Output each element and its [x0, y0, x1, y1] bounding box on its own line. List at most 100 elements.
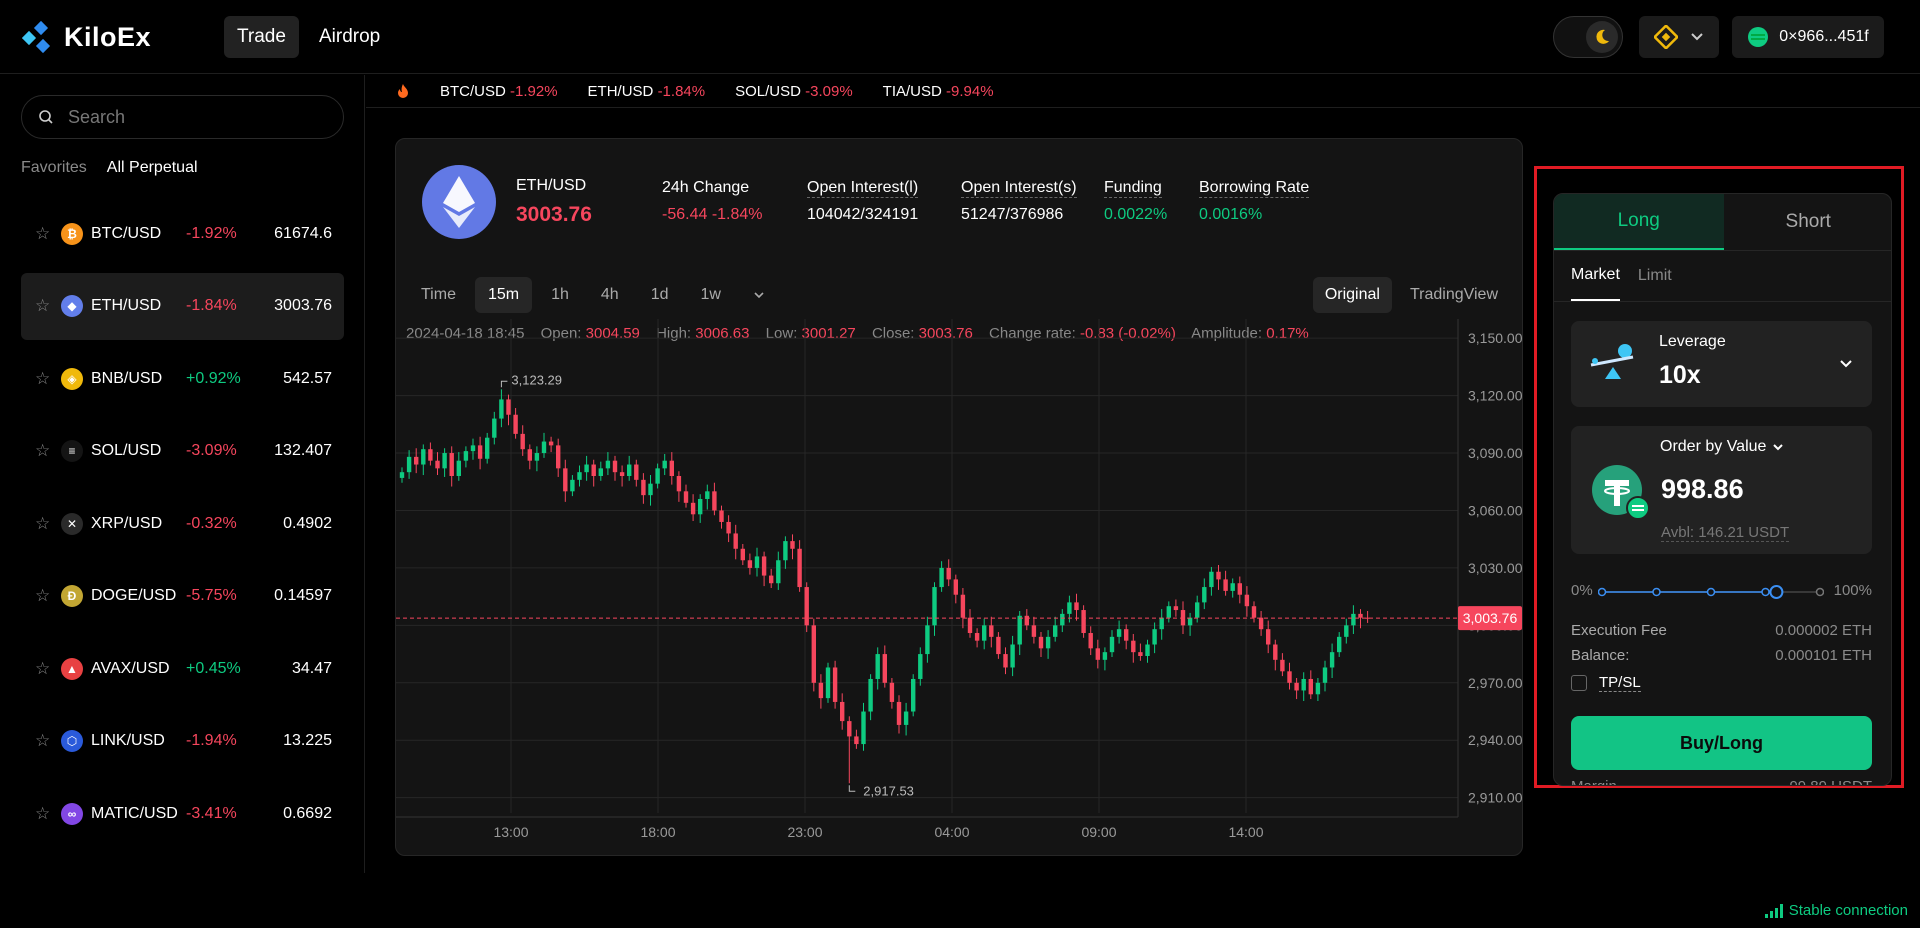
timeframe-1h[interactable]: 1h [538, 277, 582, 313]
chevron-down-icon [1840, 360, 1852, 368]
candle-body [925, 625, 930, 655]
slider-track[interactable] [1598, 582, 1824, 602]
candle-body [882, 654, 887, 683]
candle-body [428, 449, 433, 461]
stat-label[interactable]: Funding [1104, 179, 1162, 198]
tab-all-perpetual[interactable]: All Perpetual [107, 159, 198, 177]
candle-body [548, 441, 554, 446]
search-input[interactable] [68, 106, 318, 128]
slider-max-label: 100% [1833, 582, 1872, 599]
star-icon[interactable]: ☆ [35, 441, 53, 461]
slider-handle[interactable] [1769, 585, 1784, 599]
star-icon[interactable]: ☆ [35, 296, 53, 316]
star-icon[interactable]: ☆ [35, 731, 53, 751]
leverage-selector[interactable]: Leverage 10x [1571, 321, 1872, 407]
market-row[interactable]: ☆ ₿ BTC/USD -1.92% 61674.6 [21, 200, 344, 267]
timeframe-more-chevron-icon[interactable] [740, 277, 778, 313]
tab-limit[interactable]: Limit [1638, 251, 1672, 301]
candle-body [449, 453, 454, 477]
timeframe-4h[interactable]: 4h [588, 277, 632, 313]
candlestick-chart[interactable]: 3,150.00 3,120.00 3,090.00 3,060.00 3,030.00… [396, 319, 1522, 856]
tab-long[interactable]: Long [1554, 194, 1724, 250]
timeframe-1w[interactable]: 1w [687, 277, 733, 313]
brand-logo[interactable]: KiloEx [22, 20, 151, 54]
nav-airdrop[interactable]: Airdrop [306, 16, 393, 58]
market-row[interactable]: ☆ ▲ AVAX/USD +0.45% 34.47 [21, 635, 344, 702]
stat-value: 51247/376986 [961, 206, 1064, 223]
candle-body [591, 464, 596, 477]
candle-body [492, 418, 497, 438]
wallet-button[interactable]: 0×966...451f [1732, 16, 1884, 58]
market-change: +0.45% [186, 659, 241, 677]
market-row[interactable]: ☆ ≡ SOL/USD -3.09% 132.407 [21, 418, 344, 485]
market-price: 61674.6 [274, 224, 332, 242]
candle-body [534, 453, 540, 461]
market-change: -3.09% [186, 442, 237, 459]
candle-body [1173, 606, 1179, 611]
view-original[interactable]: Original [1312, 277, 1392, 313]
tab-favorites[interactable]: Favorites [21, 159, 87, 177]
star-icon[interactable]: ☆ [35, 224, 53, 244]
ticker-change: -1.92% [510, 82, 558, 100]
timeframe-1d[interactable]: 1d [638, 277, 682, 313]
search-box[interactable] [21, 95, 344, 139]
star-icon[interactable]: ☆ [35, 659, 53, 679]
market-price: 3003.76 [516, 203, 592, 226]
slider-step[interactable] [1815, 587, 1824, 597]
high-marker-arrow [500, 380, 508, 388]
market-row[interactable]: ☆ ◈ BNB/USD +0.92% 542.57 [21, 345, 344, 412]
stat-block: Funding 0.0022% [1104, 179, 1167, 224]
market-row[interactable]: ☆ ◆ ETH/USD -1.84% 3003.76 [21, 272, 344, 340]
tpsl-checkbox[interactable] [1571, 675, 1587, 691]
timeframe-time[interactable]: Time [408, 277, 469, 313]
view-tradingview[interactable]: TradingView [1398, 277, 1510, 313]
candle-body [1244, 594, 1250, 607]
ticker-item[interactable]: BTC/USD -1.92% [440, 83, 558, 100]
balance-value: 0.000101 ETH [1775, 647, 1872, 664]
stat-label[interactable]: Borrowing Rate [1199, 179, 1310, 198]
ticker-item[interactable]: ETH/USD -1.84% [588, 83, 706, 100]
theme-toggle[interactable] [1553, 16, 1623, 58]
market-row[interactable]: ☆ Ð DOGE/USD -5.75% 0.14597 [21, 563, 344, 630]
nav-trade[interactable]: Trade [224, 16, 299, 58]
market-change: -5.75% [186, 587, 237, 604]
market-row[interactable]: ☆ ⬡ LINK/USD -1.94% 13.225 [21, 708, 344, 775]
candle-body [435, 460, 440, 469]
size-slider[interactable]: 0% 100% [1571, 582, 1872, 602]
slider-step[interactable] [1761, 587, 1770, 597]
margin-value: 99.89 USDT [1789, 778, 1872, 785]
coin-icon: ≡ [61, 440, 83, 462]
buy-long-button[interactable]: Buy/Long [1571, 716, 1872, 770]
timeframe-15m[interactable]: 15m [474, 277, 533, 313]
market-row[interactable]: ☆ ∞ MATIC/USD -3.41% 0.6692 [21, 780, 344, 847]
star-icon[interactable]: ☆ [35, 514, 53, 534]
ticker-item[interactable]: TIA/USD -9.94% [883, 83, 994, 100]
candle-body [1329, 652, 1335, 668]
stat-value: -56.44 -1.84% [662, 206, 763, 223]
star-icon[interactable]: ☆ [35, 804, 53, 824]
ticker-item[interactable]: SOL/USD -3.09% [735, 83, 853, 100]
network-selector[interactable] [1639, 16, 1719, 58]
stat-label[interactable]: Open Interest(s) [961, 179, 1077, 198]
y-tick-label: 3,120.00 [1468, 388, 1522, 404]
tab-short[interactable]: Short [1724, 194, 1892, 250]
stat-label[interactable]: Open Interest(l) [807, 179, 919, 198]
order-by-value-dropdown[interactable]: Order by Value [1660, 438, 1784, 456]
candle-body [499, 399, 504, 419]
star-icon[interactable]: ☆ [35, 369, 53, 389]
y-tick-label: 2,940.00 [1468, 732, 1522, 748]
market-price: 132.407 [274, 442, 332, 459]
slider-step[interactable] [1652, 587, 1661, 597]
market-price: 542.57 [283, 369, 332, 387]
brand-name: KiloEx [64, 21, 152, 52]
candle-body [1294, 682, 1299, 691]
tab-market[interactable]: Market [1571, 251, 1620, 301]
slider-step[interactable] [1598, 587, 1607, 597]
market-row[interactable]: ☆ ✕ XRP/USD -0.32% 0.4902 [21, 490, 344, 557]
ticker-pair: TIA/USD [882, 82, 942, 100]
y-tick-label: 2,970.00 [1468, 675, 1522, 691]
candle-body [1301, 678, 1306, 691]
slider-step[interactable] [1706, 587, 1716, 597]
star-icon[interactable]: ☆ [35, 586, 53, 606]
order-amount[interactable]: 998.86 [1661, 474, 1744, 505]
